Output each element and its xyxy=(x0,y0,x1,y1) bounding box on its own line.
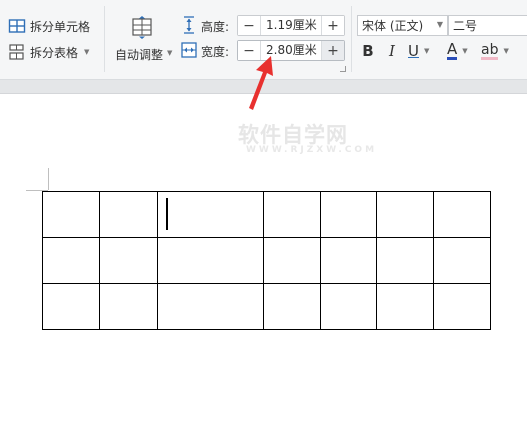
underline-dropdown-icon: ▼ xyxy=(423,47,430,55)
table-cell[interactable] xyxy=(42,237,100,284)
column-width-icon xyxy=(180,41,198,59)
ribbon-separator xyxy=(351,6,352,72)
auto-adjust-label: 自动调整 xyxy=(115,48,164,62)
table-cell[interactable] xyxy=(320,191,377,238)
auto-adjust-button[interactable]: 自动调整 ▼ xyxy=(111,14,173,66)
font-color-dropdown-icon: ▼ xyxy=(462,47,468,55)
table-cell[interactable] xyxy=(263,283,321,330)
underline-icon: U xyxy=(408,42,419,60)
row-height-icon xyxy=(181,16,197,34)
table-row xyxy=(42,283,491,330)
document-page[interactable]: 软件自学网 WWW.RJZXW.COM xyxy=(0,95,527,441)
table-cell[interactable] xyxy=(157,237,264,284)
table-row xyxy=(42,237,491,284)
font-color-button[interactable]: A ▼ xyxy=(447,41,475,61)
highlight-button[interactable]: ab ▼ xyxy=(481,41,511,61)
font-color-icon: A xyxy=(447,40,458,60)
split-cells-icon xyxy=(8,18,26,34)
dialog-launcher-icon[interactable] xyxy=(340,66,346,72)
table-cell[interactable] xyxy=(263,237,321,284)
highlight-icon: ab xyxy=(481,41,499,60)
document-table[interactable] xyxy=(42,191,491,330)
auto-adjust-icon xyxy=(131,16,153,40)
font-name-select[interactable]: 宋体 (正文) ▼ xyxy=(357,15,448,36)
table-row xyxy=(42,191,491,238)
split-table-dropdown-icon: ▼ xyxy=(84,48,90,56)
bold-icon: B xyxy=(362,42,374,60)
margin-mark xyxy=(48,168,49,190)
table-cell[interactable] xyxy=(376,283,434,330)
font-size-value: 二号 xyxy=(453,19,478,33)
text-cursor xyxy=(166,198,168,230)
table-cell[interactable] xyxy=(99,283,158,330)
height-label: 高度: xyxy=(201,20,230,34)
table-cell[interactable] xyxy=(99,237,158,284)
split-table-button[interactable]: 拆分表格 ▼ xyxy=(8,42,89,62)
height-decrease-button[interactable]: − xyxy=(238,16,260,35)
table-cell[interactable] xyxy=(433,283,491,330)
table-cell[interactable] xyxy=(433,237,491,284)
italic-button[interactable]: I xyxy=(383,41,401,61)
width-increase-button[interactable]: + xyxy=(322,41,344,60)
split-cells-label: 拆分单元格 xyxy=(30,19,91,34)
table-cell[interactable] xyxy=(42,283,100,330)
split-table-label: 拆分表格 xyxy=(30,45,79,60)
table-cell[interactable] xyxy=(157,191,264,238)
table-cell[interactable] xyxy=(320,283,377,330)
auto-adjust-dropdown-icon: ▼ xyxy=(167,49,173,57)
underline-button[interactable]: U ▼ xyxy=(408,41,438,61)
table-cell[interactable] xyxy=(263,191,321,238)
highlight-dropdown-icon: ▼ xyxy=(503,47,509,55)
table-cell[interactable] xyxy=(42,191,100,238)
table-cell[interactable] xyxy=(157,283,264,330)
table-cell[interactable] xyxy=(99,191,158,238)
height-stepper[interactable]: − 1.19厘米 + xyxy=(237,15,345,36)
table-cell[interactable] xyxy=(433,191,491,238)
table-cell[interactable] xyxy=(320,237,377,284)
height-increase-button[interactable]: + xyxy=(322,16,344,35)
font-name-dropdown-icon: ▼ xyxy=(436,20,443,29)
width-label: 宽度: xyxy=(201,45,230,59)
split-table-icon xyxy=(8,44,26,60)
font-name-value: 宋体 (正文) xyxy=(362,19,424,33)
height-value-input[interactable]: 1.19厘米 xyxy=(260,16,322,35)
split-cells-button[interactable]: 拆分单元格 xyxy=(8,16,90,36)
table-cell[interactable] xyxy=(376,191,434,238)
italic-icon: I xyxy=(389,42,395,60)
bold-button[interactable]: B xyxy=(358,41,378,61)
annotation-arrow-icon xyxy=(249,56,273,110)
table-cell[interactable] xyxy=(376,237,434,284)
font-size-select[interactable]: 二号 xyxy=(448,15,527,36)
watermark-url: WWW.RJZXW.COM xyxy=(246,145,378,155)
ribbon-separator xyxy=(104,6,105,72)
